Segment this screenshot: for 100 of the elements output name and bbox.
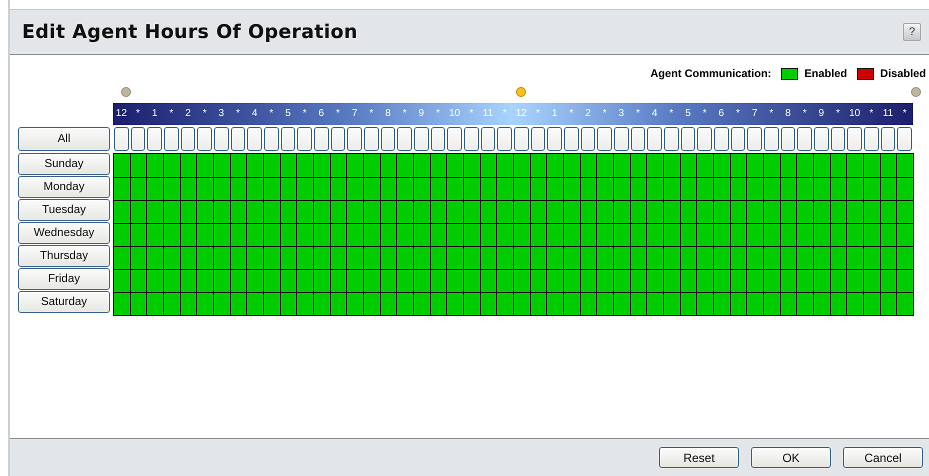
- all-button[interactable]: All: [18, 127, 110, 151]
- slot-toggle[interactable]: [564, 127, 579, 151]
- slot-toggle[interactable]: [197, 127, 212, 151]
- time-slot[interactable]: [347, 178, 364, 201]
- time-slot[interactable]: [230, 201, 248, 224]
- time-slot[interactable]: [564, 201, 581, 224]
- time-slot[interactable]: [864, 293, 881, 316]
- time-slot[interactable]: [164, 247, 181, 270]
- time-slot[interactable]: [197, 293, 214, 316]
- time-slot[interactable]: [614, 178, 631, 201]
- time-slot[interactable]: [214, 224, 231, 247]
- day-button[interactable]: Saturday: [18, 291, 110, 313]
- time-slot[interactable]: [614, 270, 631, 293]
- time-slot[interactable]: [464, 247, 481, 270]
- time-slot[interactable]: [480, 178, 498, 201]
- time-slot[interactable]: [197, 154, 214, 178]
- time-slot[interactable]: [564, 178, 581, 201]
- time-slot[interactable]: [297, 201, 314, 224]
- slot-toggle[interactable]: [380, 127, 396, 151]
- time-slot[interactable]: [664, 247, 681, 270]
- time-slot[interactable]: [514, 247, 531, 270]
- time-slot[interactable]: [314, 247, 331, 270]
- time-slot[interactable]: [514, 224, 531, 247]
- time-slot[interactable]: [397, 201, 414, 224]
- slot-toggle[interactable]: [230, 127, 246, 151]
- slot-toggle[interactable]: [630, 127, 646, 151]
- time-slot[interactable]: [597, 178, 614, 201]
- time-slot[interactable]: [664, 201, 681, 224]
- time-slot[interactable]: [214, 293, 231, 316]
- time-slot[interactable]: [430, 224, 448, 247]
- slot-toggle[interactable]: [397, 127, 412, 151]
- time-slot[interactable]: [730, 270, 748, 293]
- time-slot[interactable]: [364, 178, 381, 201]
- time-slot[interactable]: [630, 178, 648, 201]
- time-slot[interactable]: [280, 224, 298, 247]
- time-slot[interactable]: [864, 224, 881, 247]
- time-slot[interactable]: [830, 154, 848, 178]
- time-slot[interactable]: [364, 293, 381, 316]
- time-slot[interactable]: [330, 293, 348, 316]
- time-slot[interactable]: [147, 201, 164, 224]
- day-button[interactable]: Thursday: [18, 245, 110, 267]
- slot-toggle[interactable]: [897, 127, 912, 151]
- time-slot[interactable]: [797, 247, 814, 270]
- time-slot[interactable]: [397, 178, 414, 201]
- time-slot[interactable]: [447, 270, 464, 293]
- time-slot[interactable]: [430, 178, 448, 201]
- time-slot[interactable]: [397, 154, 414, 178]
- time-slot[interactable]: [530, 201, 548, 224]
- slot-toggle[interactable]: [330, 127, 346, 151]
- slot-toggle[interactable]: [780, 127, 796, 151]
- time-slot[interactable]: [114, 178, 131, 201]
- slot-toggle[interactable]: [547, 127, 562, 151]
- time-slot[interactable]: [764, 224, 781, 247]
- time-slot[interactable]: [264, 247, 281, 270]
- time-slot[interactable]: [880, 293, 898, 316]
- time-slot[interactable]: [764, 293, 781, 316]
- time-slot[interactable]: [864, 178, 881, 201]
- time-slot[interactable]: [730, 178, 748, 201]
- time-slot[interactable]: [630, 201, 648, 224]
- time-slot[interactable]: [364, 247, 381, 270]
- time-slot[interactable]: [464, 293, 481, 316]
- time-slot[interactable]: [147, 224, 164, 247]
- time-slot[interactable]: [414, 247, 431, 270]
- time-slot[interactable]: [680, 247, 698, 270]
- slot-toggle[interactable]: [730, 127, 746, 151]
- time-slot[interactable]: [514, 201, 531, 224]
- time-slot[interactable]: [714, 247, 731, 270]
- slot-toggle[interactable]: [714, 127, 729, 151]
- slot-toggle[interactable]: [414, 127, 429, 151]
- time-slot[interactable]: [614, 154, 631, 178]
- slot-toggle[interactable]: [114, 127, 129, 151]
- time-slot[interactable]: [264, 293, 281, 316]
- time-slot[interactable]: [747, 224, 764, 247]
- time-slot[interactable]: [780, 224, 798, 247]
- slot-toggle[interactable]: [147, 127, 162, 151]
- time-slot[interactable]: [180, 293, 198, 316]
- time-slot[interactable]: [814, 247, 831, 270]
- time-slot[interactable]: [214, 247, 231, 270]
- time-slot[interactable]: [130, 293, 148, 316]
- time-slot[interactable]: [197, 247, 214, 270]
- time-slot[interactable]: [197, 178, 214, 201]
- time-slot[interactable]: [247, 201, 264, 224]
- time-slot[interactable]: [414, 201, 431, 224]
- time-slot[interactable]: [447, 247, 464, 270]
- time-slot[interactable]: [864, 201, 881, 224]
- time-slot[interactable]: [314, 293, 331, 316]
- time-slot[interactable]: [214, 201, 231, 224]
- time-slot[interactable]: [230, 293, 248, 316]
- time-slot[interactable]: [864, 154, 881, 178]
- time-slot[interactable]: [647, 201, 664, 224]
- time-slot[interactable]: [130, 201, 148, 224]
- time-slot[interactable]: [664, 293, 681, 316]
- time-slot[interactable]: [480, 293, 498, 316]
- time-slot[interactable]: [564, 154, 581, 178]
- time-slot[interactable]: [197, 224, 214, 247]
- time-slot[interactable]: [530, 270, 548, 293]
- time-slot[interactable]: [297, 154, 314, 178]
- time-slot[interactable]: [764, 247, 781, 270]
- time-slot[interactable]: [614, 247, 631, 270]
- time-slot[interactable]: [330, 178, 348, 201]
